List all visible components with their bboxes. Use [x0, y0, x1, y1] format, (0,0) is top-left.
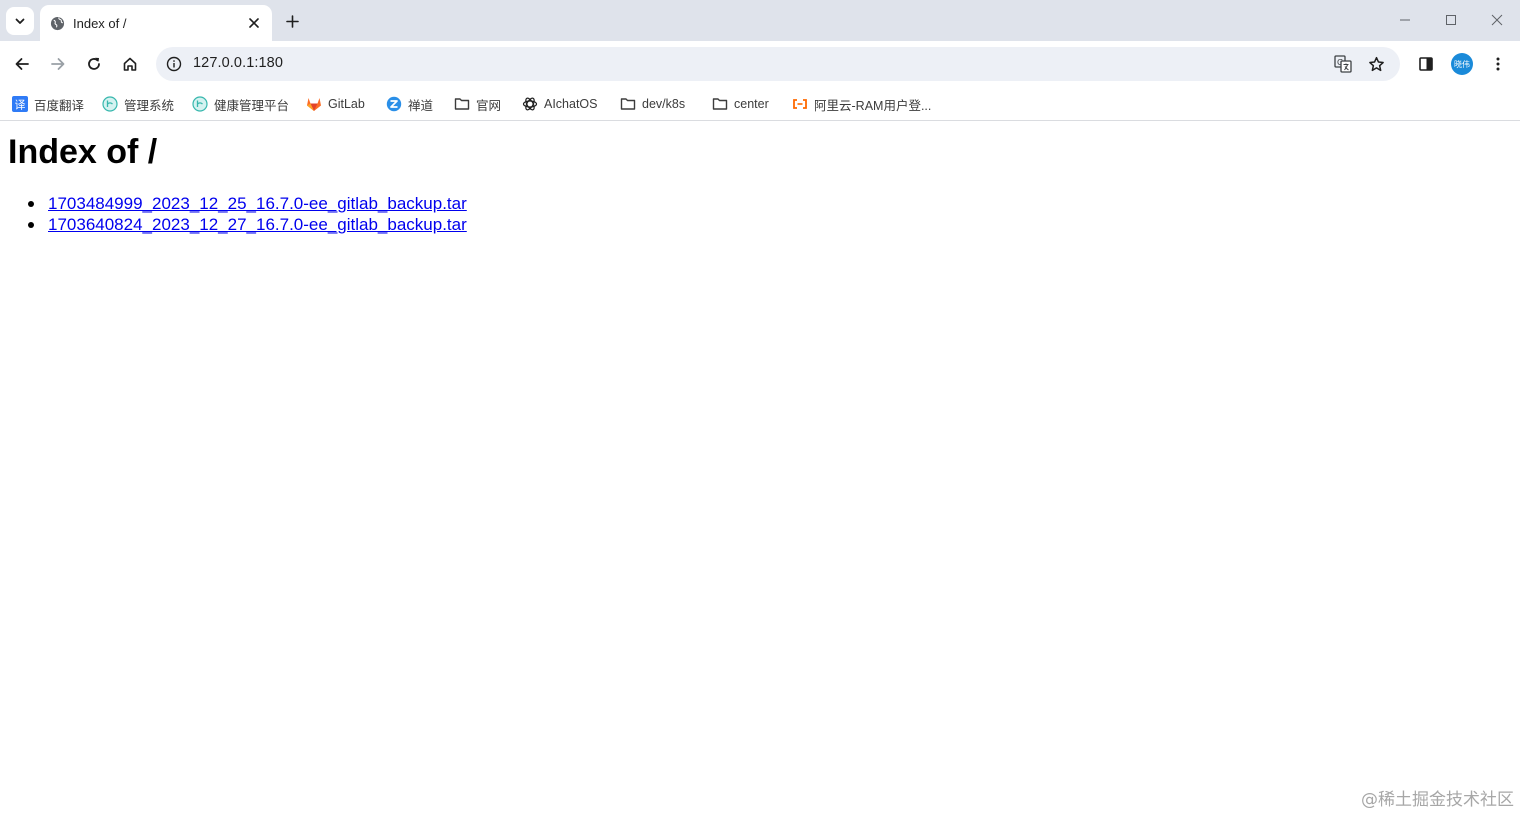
bookmark-aliyun-ram[interactable]: 阿里云-RAM用户登... — [792, 92, 931, 116]
bookmark-star-icon[interactable] — [1365, 53, 1387, 75]
bookmark-label: center — [734, 97, 769, 111]
bookmark-health-platform[interactable]: 健康管理平台 — [192, 92, 289, 116]
new-tab-button[interactable] — [280, 9, 304, 33]
minimize-button[interactable] — [1392, 8, 1418, 32]
home-icon — [123, 57, 137, 71]
forward-button[interactable] — [44, 50, 72, 78]
list-item: 1703640824_2023_12_27_16.7.0-ee_gitlab_b… — [28, 214, 467, 235]
zentao-icon — [386, 96, 402, 112]
site-icon — [192, 96, 208, 112]
reload-button[interactable] — [80, 50, 108, 78]
list-item: 1703484999_2023_12_25_16.7.0-ee_gitlab_b… — [28, 193, 467, 214]
bookmark-label: 官网 — [476, 98, 502, 113]
tab-strip: Index of / — [0, 0, 1520, 41]
aliyun-icon — [792, 96, 808, 112]
bookmark-zentao[interactable]: 禅道 — [386, 92, 433, 116]
bookmarks-bar: 译 百度翻译 管理系统 健康管理平台 GitLab 禅道 官网 AIchatOS… — [0, 87, 1520, 121]
reload-icon — [88, 57, 100, 70]
folder-icon — [712, 96, 728, 112]
maximize-button[interactable] — [1438, 8, 1464, 32]
maximize-icon — [1446, 15, 1456, 25]
bookmark-label: 管理系统 — [124, 98, 175, 113]
arrow-right-icon — [51, 58, 65, 70]
tab-title: Index of / — [73, 15, 127, 31]
file-link[interactable]: 1703484999_2023_12_25_16.7.0-ee_gitlab_b… — [48, 194, 467, 213]
active-tab[interactable]: Index of / — [40, 5, 272, 41]
bookmark-label: 禅道 — [408, 98, 434, 113]
watermark: @稀土掘金技术社区 — [1361, 790, 1514, 810]
globe-icon — [49, 15, 65, 31]
bookmark-baidu-translate[interactable]: 译 百度翻译 — [12, 92, 84, 116]
bookmark-label: 健康管理平台 — [214, 98, 290, 113]
site-icon — [102, 96, 118, 112]
translate-icon[interactable]: G — [1332, 53, 1354, 75]
bookmark-folder-center[interactable]: center — [712, 92, 769, 116]
close-icon[interactable] — [246, 15, 262, 31]
bookmark-label: 百度翻译 — [34, 98, 85, 113]
arrow-left-icon — [15, 58, 29, 70]
close-icon — [1491, 14, 1503, 26]
bookmark-gitlab[interactable]: GitLab — [306, 92, 365, 116]
gitlab-icon — [306, 96, 322, 112]
page-content: Index of / 1703484999_2023_12_25_16.7.0-… — [0, 122, 1520, 816]
url-text[interactable]: 127.0.0.1:180 — [193, 55, 283, 71]
back-button[interactable] — [8, 50, 36, 78]
folder-icon — [454, 96, 470, 112]
tab-search-button[interactable] — [6, 7, 34, 35]
more-vertical-icon — [1496, 57, 1500, 71]
site-info-icon[interactable] — [164, 54, 184, 74]
bookmark-label: 阿里云-RAM用户登... — [814, 98, 932, 113]
bookmark-folder-official[interactable]: 官网 — [454, 92, 501, 116]
folder-icon — [620, 96, 636, 112]
browser-menu-button[interactable] — [1486, 52, 1510, 76]
bookmark-aichatos[interactable]: AIchatOS — [522, 92, 598, 116]
page-title: Index of / — [8, 133, 158, 171]
side-panel-button[interactable] — [1414, 52, 1438, 76]
file-list: 1703484999_2023_12_25_16.7.0-ee_gitlab_b… — [28, 193, 467, 235]
file-link[interactable]: 1703640824_2023_12_27_16.7.0-ee_gitlab_b… — [48, 215, 467, 234]
browser-toolbar: 127.0.0.1:180 G 晓伟 — [0, 41, 1520, 87]
baidu-translate-icon: 译 — [12, 96, 28, 112]
minimize-icon — [1400, 19, 1410, 21]
home-button[interactable] — [116, 50, 144, 78]
bookmark-label: AIchatOS — [544, 97, 598, 111]
openai-icon — [522, 96, 538, 112]
side-panel-icon — [1419, 57, 1433, 71]
window-close-button[interactable] — [1484, 8, 1510, 32]
plus-icon — [285, 14, 299, 28]
bookmark-label: GitLab — [328, 97, 365, 111]
profile-avatar[interactable]: 晓伟 — [1451, 53, 1473, 75]
bookmark-label: dev/k8s — [642, 97, 686, 111]
address-bar[interactable]: 127.0.0.1:180 G — [156, 47, 1400, 81]
svg-text:译: 译 — [15, 99, 26, 112]
bookmark-admin-system[interactable]: 管理系统 — [102, 92, 174, 116]
bookmark-folder-dev-k8s[interactable]: dev/k8s — [620, 92, 685, 116]
chevron-down-icon — [15, 18, 25, 24]
